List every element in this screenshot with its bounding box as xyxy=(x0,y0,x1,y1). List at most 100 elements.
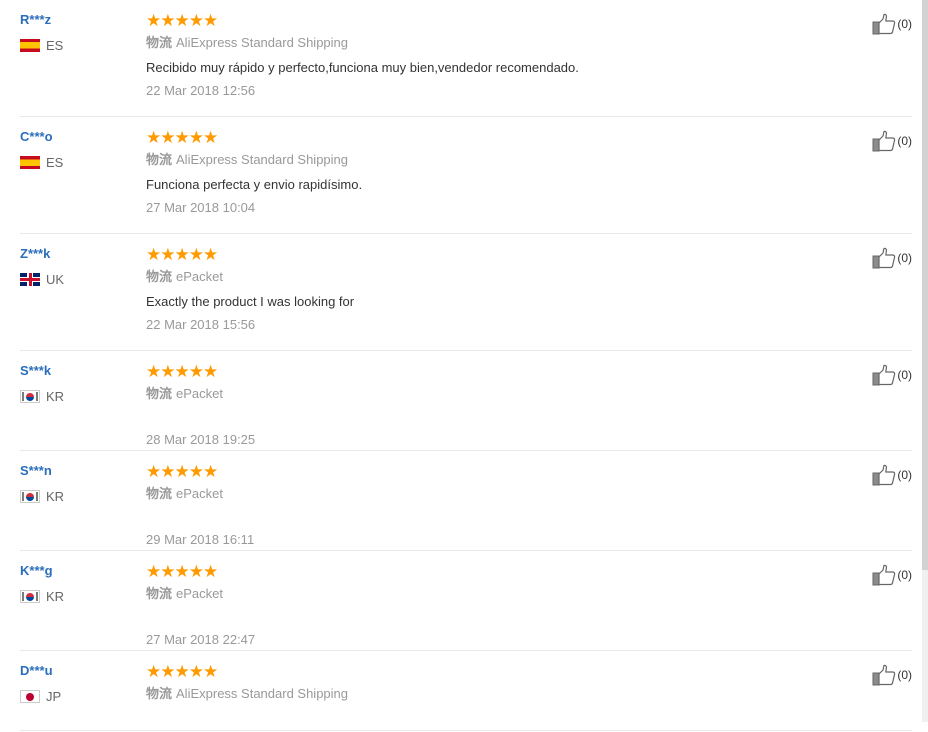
review-item: Z***k UK ★★★★★ 物流 ePacket Exactly the pro… xyxy=(20,234,912,351)
review-content: ★★★★★ 物流 AliExpress Standard Shipping Rec… xyxy=(146,12,852,99)
reviewer-info: C***o ES xyxy=(20,129,63,170)
helpful-count: (0) xyxy=(897,368,912,382)
helpful-count: (0) xyxy=(897,251,912,265)
shipping-label: 物流 xyxy=(146,269,173,284)
review-text: Funciona perfecta y envio rapidísimo. xyxy=(146,177,363,192)
shipping-value: AliExpress Standard Shipping xyxy=(176,152,349,167)
helpful-count: (0) xyxy=(897,568,912,582)
shipping-label: 物流 xyxy=(146,586,173,601)
country-code: KR xyxy=(46,489,65,504)
review-content: ★★★★★ 物流 ePacket Exactly the product I wa… xyxy=(146,246,852,333)
shipping-value: ePacket xyxy=(176,486,223,501)
shipping-label: 物流 xyxy=(146,386,173,401)
thumbs-up-icon[interactable] xyxy=(872,247,896,269)
shipping-method: 物流 ePacket xyxy=(146,386,852,402)
review-text: Exactly the product I was looking for xyxy=(146,294,355,309)
helpful-count: (0) xyxy=(897,668,912,682)
country-flag-icon xyxy=(20,156,40,169)
review-date: 28 Mar 2018 19:25 xyxy=(146,432,256,447)
helpful-button[interactable]: (0) xyxy=(872,364,912,386)
shipping-label: 物流 xyxy=(146,486,173,501)
shipping-method: 物流 ePacket xyxy=(146,486,852,502)
review-item: C***o ES ★★★★★ 物流 AliExpress Standard Shi… xyxy=(20,117,912,234)
reviewer-name[interactable]: S***n xyxy=(20,463,64,479)
reviewer-info: D***u JP xyxy=(20,663,61,704)
country-flag-icon xyxy=(20,39,40,52)
review-content: ★★★★★ 物流 AliExpress Standard Shipping Fun… xyxy=(146,129,852,216)
reviewer-info: Z***k UK xyxy=(20,246,64,287)
country-flag-icon xyxy=(20,690,40,703)
reviewer-name[interactable]: R***z xyxy=(20,12,63,28)
reviewer-name[interactable]: S***k xyxy=(20,363,64,379)
helpful-button[interactable]: (0) xyxy=(872,247,912,269)
reviewer-name[interactable]: C***o xyxy=(20,129,63,145)
helpful-button[interactable]: (0) xyxy=(872,464,912,486)
shipping-method: 物流 ePacket xyxy=(146,586,852,602)
review-text xyxy=(146,711,852,725)
country-flag-icon xyxy=(20,390,40,403)
scrollbar-thumb[interactable] xyxy=(922,0,928,570)
reviewer-name[interactable]: Z***k xyxy=(20,246,64,262)
helpful-count: (0) xyxy=(897,17,912,31)
review-item: K***g KR ★★★★★ 物流 ePacket 27 Mar 2018 22:… xyxy=(20,551,912,651)
thumbs-up-icon[interactable] xyxy=(872,130,896,152)
country-code: ES xyxy=(46,155,64,170)
reviewer-info: S***k KR xyxy=(20,363,64,404)
star-rating: ★★★★★ xyxy=(146,245,218,264)
country-flag-icon xyxy=(20,490,40,503)
shipping-label: 物流 xyxy=(146,686,173,701)
shipping-method: 物流 AliExpress Standard Shipping xyxy=(146,686,852,702)
helpful-button[interactable]: (0) xyxy=(872,13,912,35)
shipping-value: AliExpress Standard Shipping xyxy=(176,686,349,701)
thumbs-up-icon[interactable] xyxy=(872,13,896,35)
reviewer-info: K***g KR xyxy=(20,563,64,604)
shipping-value: ePacket xyxy=(176,386,223,401)
star-rating: ★★★★★ xyxy=(146,462,218,481)
review-item: S***k KR ★★★★★ 物流 ePacket 28 Mar 2018 19:… xyxy=(20,351,912,451)
shipping-label: 物流 xyxy=(146,35,173,50)
thumbs-up-icon[interactable] xyxy=(872,464,896,486)
review-item: S***n KR ★★★★★ 物流 ePacket 29 Mar 2018 16:… xyxy=(20,451,912,551)
review-date: 22 Mar 2018 15:56 xyxy=(146,317,256,332)
helpful-count: (0) xyxy=(897,468,912,482)
review-content: ★★★★★ 物流 ePacket 29 Mar 2018 16:11 xyxy=(146,463,852,548)
thumbs-up-icon[interactable] xyxy=(872,364,896,386)
review-date: 22 Mar 2018 12:56 xyxy=(146,83,256,98)
star-rating: ★★★★★ xyxy=(146,128,218,147)
shipping-method: 物流 ePacket xyxy=(146,269,852,285)
thumbs-up-icon[interactable] xyxy=(872,664,896,686)
review-date: 27 Mar 2018 22:47 xyxy=(146,632,256,647)
review-date: 27 Mar 2018 10:04 xyxy=(146,200,256,215)
helpful-button[interactable]: (0) xyxy=(872,664,912,686)
review-content: ★★★★★ 物流 ePacket 28 Mar 2018 19:25 xyxy=(146,363,852,448)
review-content: ★★★★★ 物流 ePacket 27 Mar 2018 22:47 xyxy=(146,563,852,648)
review-text xyxy=(146,411,852,425)
reviewer-info: R***z ES xyxy=(20,12,63,53)
reviewer-country: KR xyxy=(20,489,64,504)
star-rating: ★★★★★ xyxy=(146,362,218,381)
shipping-value: AliExpress Standard Shipping xyxy=(176,35,349,50)
country-flag-icon xyxy=(20,273,40,286)
country-code: KR xyxy=(46,589,65,604)
reviewer-country: JP xyxy=(20,689,61,704)
review-date: 29 Mar 2018 16:11 xyxy=(146,532,255,547)
reviewer-name[interactable]: D***u xyxy=(20,663,61,679)
reviewer-country: KR xyxy=(20,389,64,404)
shipping-value: ePacket xyxy=(176,586,223,601)
thumbs-up-icon[interactable] xyxy=(872,564,896,586)
reviewer-info: S***n KR xyxy=(20,463,64,504)
star-rating: ★★★★★ xyxy=(146,11,218,30)
reviewer-name[interactable]: K***g xyxy=(20,563,64,579)
scrollbar-track[interactable] xyxy=(922,0,928,722)
star-rating: ★★★★★ xyxy=(146,562,218,581)
reviewer-country: ES xyxy=(20,155,63,170)
country-flag-icon xyxy=(20,590,40,603)
country-code: KR xyxy=(46,389,65,404)
country-code: ES xyxy=(46,38,64,53)
helpful-button[interactable]: (0) xyxy=(872,564,912,586)
country-code: UK xyxy=(46,272,65,287)
helpful-button[interactable]: (0) xyxy=(872,130,912,152)
helpful-count: (0) xyxy=(897,134,912,148)
review-text: Recibido muy rápido y perfecto,funciona … xyxy=(146,60,579,75)
country-code: JP xyxy=(46,689,62,704)
